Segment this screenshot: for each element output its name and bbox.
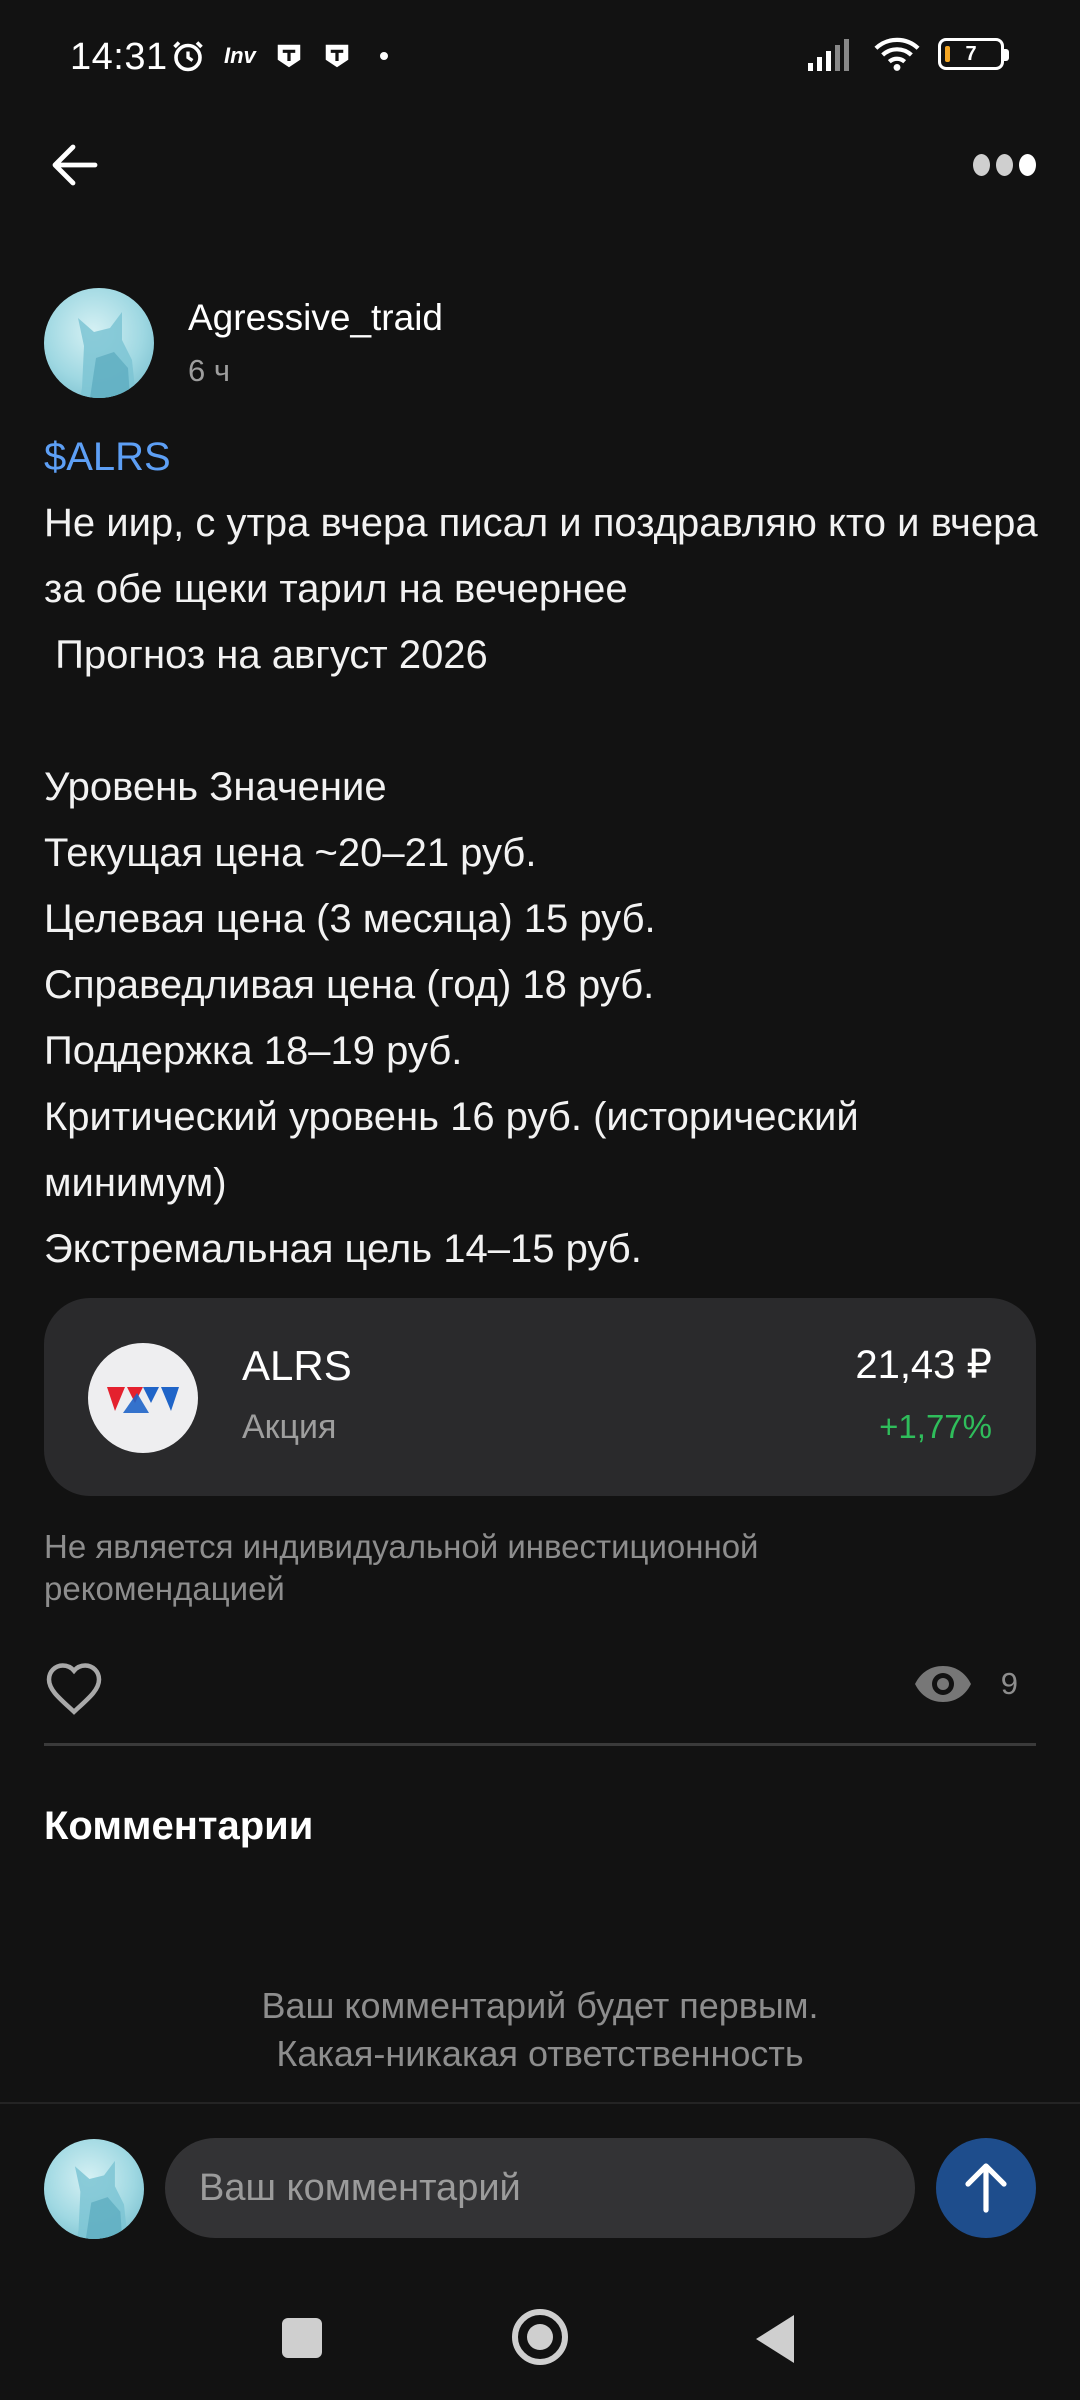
t-app-icon [277,44,301,68]
inv-app-icon: Inv [224,43,256,68]
dot-icon [379,52,388,60]
like-button[interactable] [44,1660,110,1720]
divider [44,1743,1036,1746]
cat-avatar-icon [78,312,136,398]
empty-comments-line-1: Ваш комментарий будет первым. [261,1985,819,2026]
post-text: Не иир, с утра вчера писал и поздравляю … [44,501,1038,1271]
arrow-left-icon [52,144,98,186]
back-button[interactable] [40,130,110,200]
comments-title: Комментарии [44,1804,314,1848]
disclaimer: Не является индивидуальной инвестиционно… [44,1528,759,1607]
comment-input[interactable] [165,2138,915,2238]
my-avatar [44,2139,144,2239]
empty-comments-line-2: Какая-никакая ответственность [276,2033,804,2074]
instrument-type: Акция [242,1408,337,1446]
instrument-card[interactable]: ALRS Акция 21,43 ₽ +1,77% [44,1298,1036,1496]
instrument-ticker: ALRS [242,1342,352,1389]
alarm-icon [173,41,203,72]
home-button[interactable] [512,2309,568,2365]
instrument-change: +1,77% [879,1408,992,1445]
comment-bar [0,2102,1080,2277]
ticker-link[interactable]: $ALRS [44,424,1044,490]
notification-icons: Inv [170,38,388,74]
wifi-icon [874,37,920,71]
more-button[interactable] [964,140,1044,190]
system-back-button[interactable] [756,2315,794,2363]
system-nav-bar [0,2277,1080,2400]
instrument-price: 21,43 ₽ [855,1343,992,1387]
alrosa-logo [88,1343,198,1453]
author-name[interactable]: Agressive_traid [188,297,443,339]
alrosa-logo-icon [107,1387,179,1413]
battery-icon: 7 [938,38,1009,70]
heart-icon [46,1663,102,1715]
views-counter: 9 [913,1664,1018,1704]
more-dot [972,154,990,176]
post-time: 6 ч [188,353,231,388]
send-button[interactable] [936,2138,1036,2238]
cat-avatar-icon [74,2160,128,2239]
status-bar: 14:31 Inv 7 [0,0,1080,118]
system-icons: 7 [808,36,1009,72]
t-app-icon-2 [325,44,349,68]
more-dot [1018,154,1036,176]
author-meta: Agressive_traid 6 ч [188,297,443,389]
battery-level: 7 [965,42,977,65]
signal-icon [808,39,849,71]
eye-icon [914,1666,971,1702]
screen: 14:31 Inv 7 Agressive_traid 6 ч $ALRS Не… [0,0,1080,2400]
status-time: 14:31 [70,36,168,78]
post-body: $ALRS Не иир, с утра вчера писал и поздр… [44,424,1044,1282]
views-count: 9 [1000,1666,1018,1701]
arrow-up-icon [965,2163,1007,2213]
recent-apps-button[interactable] [282,2318,322,2358]
empty-comments-message: Ваш комментарий будет первым. Какая-ника… [0,1982,1080,2078]
more-dot [995,154,1013,176]
post-author[interactable]: Agressive_traid 6 ч [44,288,443,398]
avatar[interactable] [44,288,154,398]
